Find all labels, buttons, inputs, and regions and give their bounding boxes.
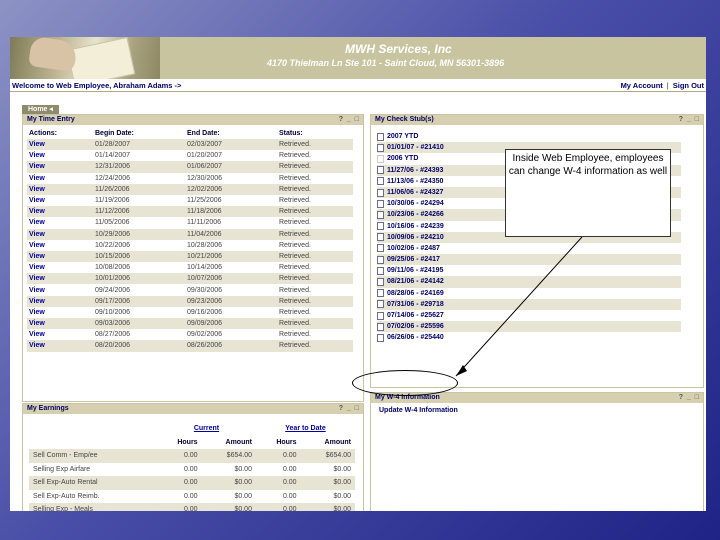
callout-arrow [455, 236, 583, 377]
callout-box: Inside Web Employee, employees can chang… [505, 149, 671, 237]
